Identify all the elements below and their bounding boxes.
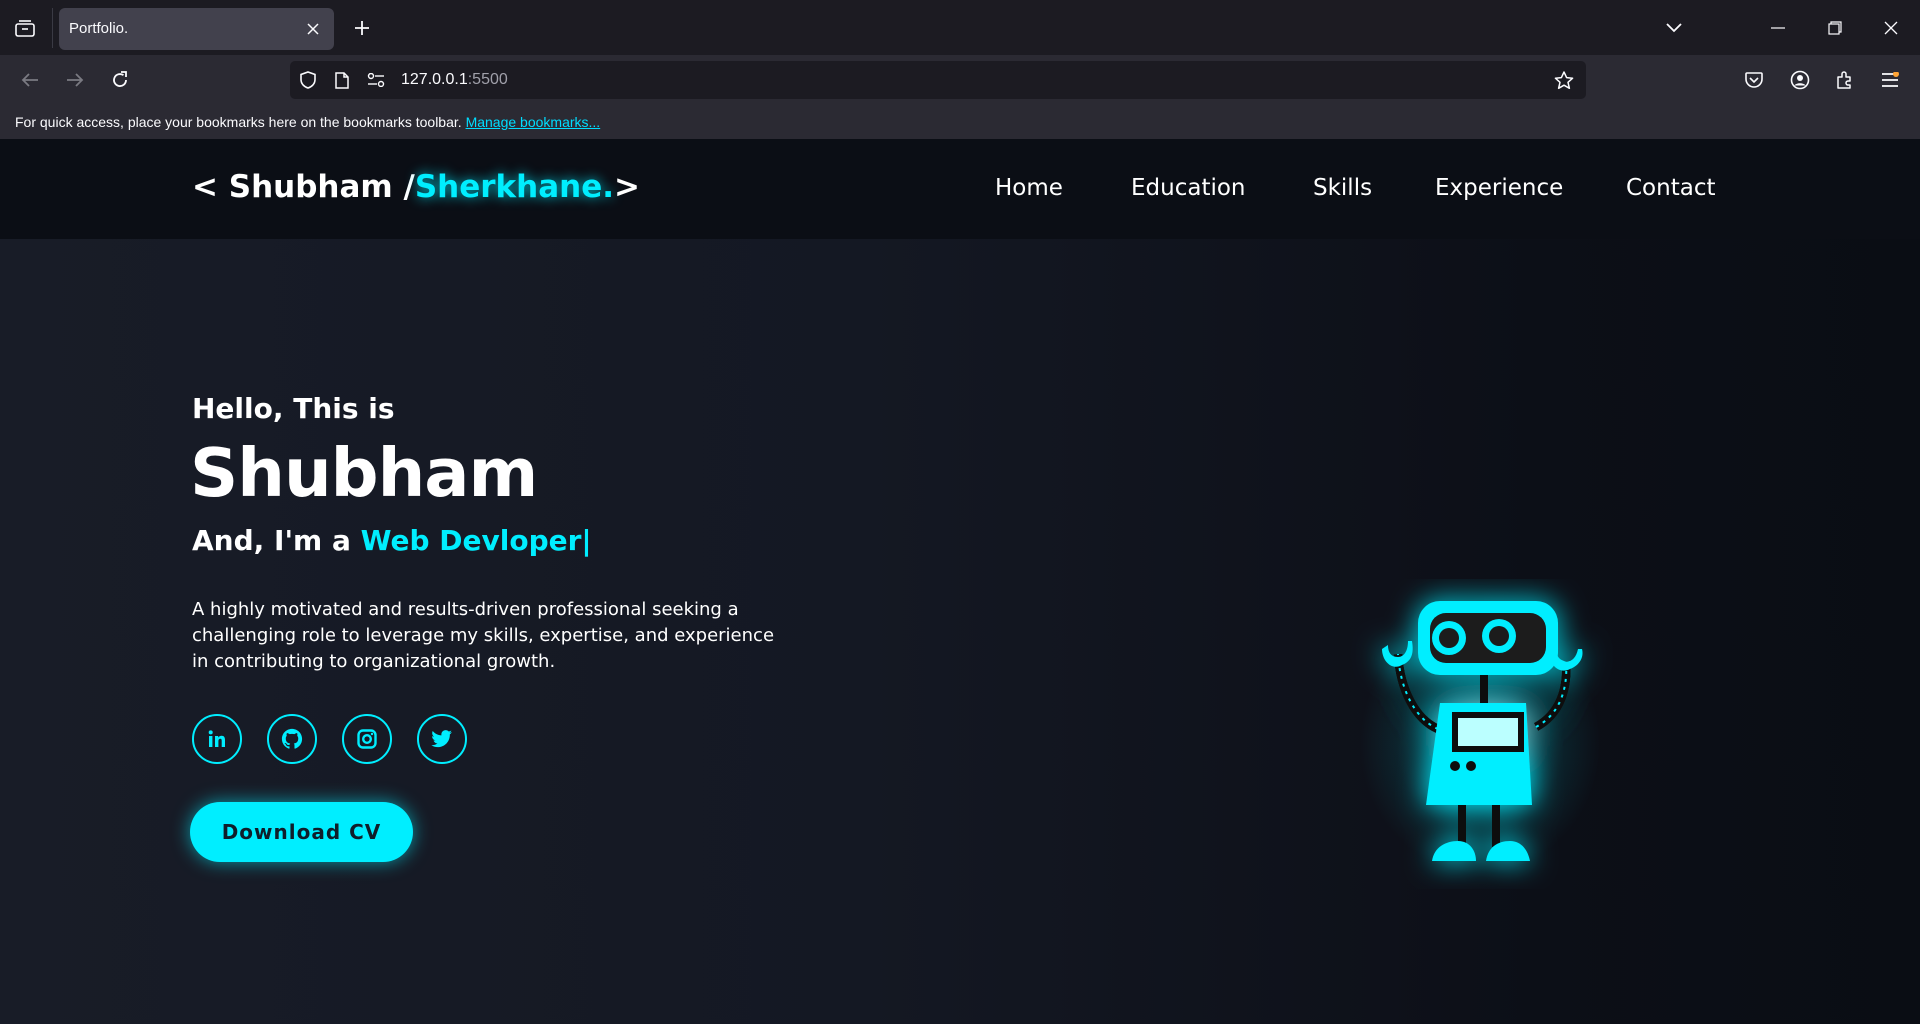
chevron-down-icon[interactable] [1659,13,1689,43]
restore-icon[interactable] [1820,13,1850,43]
bookmarks-message: For quick access, place your bookmarks h… [15,114,462,130]
nav-skills[interactable]: Skills [1313,175,1372,201]
hero-description: A highly motivated and results-driven pr… [192,599,775,672]
menu-icon[interactable] [1875,65,1905,95]
twitter-icon[interactable] [417,714,467,764]
browser-toolbar: 127.0.0.1:5500 [0,55,1920,105]
url-port: :5500 [467,71,508,88]
logo-prefix: < Shubham / [192,169,415,205]
hero-greeting: Hello, This is [192,392,395,425]
logo-suffix: > [614,169,640,205]
window-close-icon[interactable] [1876,13,1906,43]
site-logo[interactable]: < Shubham /Sherkhane.> [192,169,640,205]
robot-illustration [1360,601,1600,874]
permissions-icon[interactable] [366,70,386,90]
extensions-icon[interactable] [1830,65,1860,95]
nav-contact[interactable]: Contact [1626,175,1715,201]
nav-education[interactable]: Education [1131,175,1246,201]
reload-icon[interactable] [105,65,135,95]
new-tab-icon[interactable] [347,13,377,43]
browser-tab-bar: Portfolio. [0,0,1920,55]
close-icon[interactable] [304,20,322,38]
pocket-icon[interactable] [1739,65,1769,95]
hero-role-prefix: And, I'm a [192,524,361,557]
nav-experience[interactable]: Experience [1435,175,1563,201]
hero-role-accent: Web Devloper| [360,524,592,557]
back-icon[interactable] [15,65,45,95]
logo-accent: Sherkhane. [414,169,615,205]
nav-home[interactable]: Home [995,175,1063,201]
url-text[interactable]: 127.0.0.1:5500 [401,71,508,89]
hero-role: And, I'm a Web Devloper| [192,524,592,557]
tab-portfolio[interactable]: Portfolio. [59,8,334,50]
page-icon [332,70,352,90]
tab-separator [52,8,53,48]
bookmarks-toolbar: For quick access, place your bookmarks h… [0,105,1920,139]
instagram-icon[interactable] [342,714,392,764]
portfolio-page: < Shubham /Sherkhane.> Home Education Sk… [0,139,1920,1024]
linkedin-icon[interactable] [192,714,242,764]
tab-title: Portfolio. [69,20,129,37]
url-host: 127.0.0.1 [401,71,468,88]
account-icon[interactable] [1785,65,1815,95]
manage-bookmarks-link[interactable]: Manage bookmarks... [466,114,601,130]
shield-icon[interactable] [298,70,318,90]
site-header: < Shubham /Sherkhane.> Home Education Sk… [0,139,1920,239]
hero-name: Shubham [190,434,538,512]
forward-icon[interactable] [60,65,90,95]
address-bar[interactable]: 127.0.0.1:5500 [290,61,1586,99]
github-icon[interactable] [267,714,317,764]
download-cv-button[interactable]: Download CV [190,802,413,862]
bookmark-star-icon[interactable] [1554,70,1574,90]
tab-list-icon[interactable] [10,13,40,43]
minimize-icon[interactable] [1763,13,1793,43]
